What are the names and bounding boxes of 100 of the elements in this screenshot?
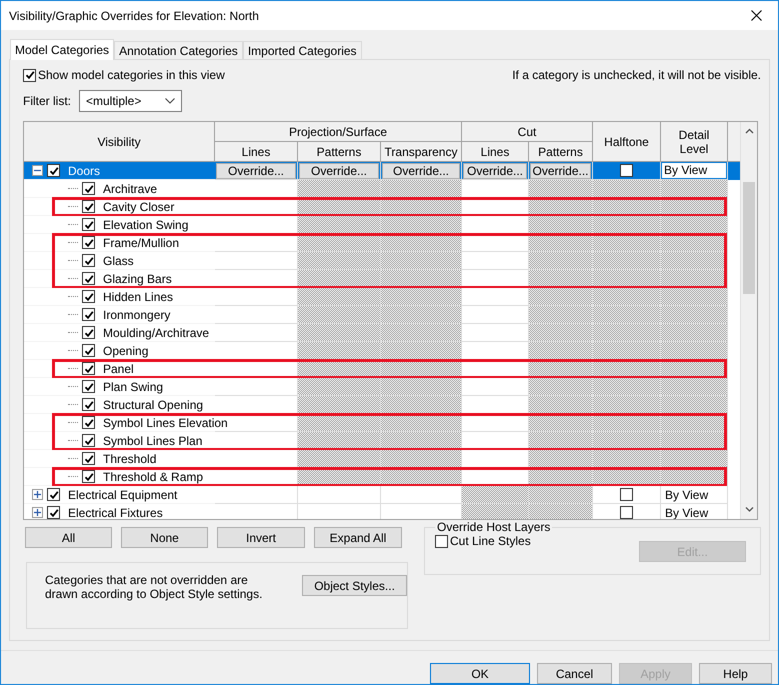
- category-name[interactable]: Hidden Lines: [103, 290, 174, 304]
- checkbox[interactable]: [82, 380, 95, 393]
- category-name[interactable]: Electrical Equipment: [68, 488, 178, 502]
- hatched-cell: [661, 306, 728, 324]
- category-name[interactable]: Opening: [103, 344, 148, 358]
- info-text: Categories that are not overridden are drawn according to Object Style settings.: [45, 573, 264, 601]
- hatched-cell: [462, 504, 529, 519]
- hatched-cell: [593, 306, 661, 324]
- filter-label: Filter list:: [23, 94, 71, 108]
- checkbox[interactable]: [82, 398, 95, 411]
- checkbox-label: Show model categories in this view: [38, 68, 225, 82]
- checkbox[interactable]: [82, 290, 95, 303]
- table-action-button[interactable]: None: [121, 527, 208, 548]
- table-action-button[interactable]: All: [25, 527, 112, 548]
- category-name[interactable]: Doors: [68, 164, 100, 178]
- tab[interactable]: Annotation Categories: [114, 41, 243, 59]
- halftone-checkbox[interactable]: [620, 506, 633, 519]
- hatched-cell: [593, 378, 661, 396]
- checkbox[interactable]: [82, 182, 95, 195]
- checkbox[interactable]: [82, 326, 95, 339]
- column-group-header: Projection/Surface: [215, 122, 462, 142]
- checkbox[interactable]: [82, 272, 95, 285]
- checkbox[interactable]: [82, 434, 95, 447]
- collapse-icon[interactable]: [32, 165, 43, 176]
- table-cell: [462, 306, 529, 324]
- category-name[interactable]: Architrave: [103, 182, 158, 196]
- hatched-cell: [593, 324, 661, 342]
- category-name[interactable]: Glazing Bars: [103, 272, 172, 286]
- column-header: Transparency: [381, 142, 462, 162]
- category-name[interactable]: Glass: [103, 254, 134, 268]
- column-header: Halftone: [593, 122, 661, 162]
- checkbox[interactable]: [82, 344, 95, 357]
- window-title: Visibility/Graphic Overrides for Elevation: North: [9, 8, 259, 22]
- hatched-cell: [661, 324, 728, 342]
- checkbox[interactable]: [23, 68, 36, 82]
- category-name[interactable]: Threshold & Ramp: [103, 470, 204, 484]
- hatched-cell: [593, 342, 661, 360]
- category-name[interactable]: Ironmongery: [103, 308, 170, 322]
- halftone-checkbox[interactable]: [620, 488, 633, 501]
- checkbox[interactable]: [82, 308, 95, 321]
- hatched-cell: [593, 288, 661, 306]
- dialog-button[interactable]: OK: [430, 663, 530, 684]
- checkbox[interactable]: [82, 362, 95, 375]
- hatched-cell: [529, 216, 593, 234]
- category-name[interactable]: Threshold: [103, 452, 156, 466]
- halftone-checkbox[interactable]: [620, 164, 633, 177]
- hatched-cell: [593, 396, 661, 414]
- hatched-cell: [529, 252, 593, 270]
- table-cell: [462, 252, 529, 270]
- checkbox[interactable]: [47, 488, 60, 501]
- hatched-cell: [661, 252, 728, 270]
- override-button[interactable]: Override...: [463, 162, 527, 178]
- checkbox[interactable]: [47, 506, 60, 519]
- checkbox[interactable]: [82, 200, 95, 213]
- category-name[interactable]: Frame/Mullion: [103, 236, 180, 250]
- table-cell: [462, 288, 529, 306]
- table-action-button[interactable]: Invert: [217, 527, 305, 548]
- override-button[interactable]: Override...: [216, 162, 296, 178]
- checkbox[interactable]: [82, 236, 95, 249]
- override-button[interactable]: Override...: [299, 162, 379, 178]
- hatched-cell: [529, 450, 593, 468]
- expand-icon[interactable]: [32, 489, 43, 500]
- filter-dropdown[interactable]: <multiple>: [79, 90, 182, 112]
- table-cell: [462, 324, 529, 342]
- object-styles-button[interactable]: Object Styles...: [302, 575, 407, 596]
- category-name[interactable]: Cavity Closer: [103, 200, 174, 214]
- hatched-cell: [529, 324, 593, 342]
- checkbox[interactable]: [82, 452, 95, 465]
- scroll-thumb[interactable]: [743, 182, 756, 294]
- category-name[interactable]: Panel: [103, 362, 134, 376]
- checkbox[interactable]: [435, 534, 448, 548]
- override-button[interactable]: Override...: [382, 162, 460, 178]
- checkbox[interactable]: [82, 254, 95, 267]
- checkbox[interactable]: [82, 416, 95, 429]
- category-name[interactable]: Electrical Fixtures: [68, 506, 163, 519]
- override-button[interactable]: Override...: [530, 162, 591, 178]
- dialog-button[interactable]: Cancel: [537, 663, 612, 684]
- hatched-cell: [529, 306, 593, 324]
- hatched-cell: [593, 252, 661, 270]
- table-action-button[interactable]: Expand All: [314, 527, 402, 548]
- expand-icon[interactable]: [32, 507, 43, 518]
- hint-text: If a category is unchecked, it will not be visible.: [512, 68, 761, 82]
- category-name[interactable]: Moulding/Architrave: [103, 326, 210, 340]
- column-header: Patterns: [529, 142, 593, 162]
- column-header: Visibility: [24, 122, 215, 162]
- category-name[interactable]: Symbol Lines Elevation: [103, 416, 228, 430]
- dialog-button[interactable]: Help: [699, 663, 772, 684]
- scrollbar[interactable]: [740, 122, 757, 519]
- checkbox[interactable]: [47, 164, 60, 177]
- tab[interactable]: Imported Categories: [242, 41, 362, 59]
- tab[interactable]: Model Categories: [10, 39, 114, 60]
- hatched-cell: [529, 378, 593, 396]
- category-name[interactable]: Structural Opening: [103, 398, 204, 412]
- category-name[interactable]: Plan Swing: [103, 380, 164, 394]
- checkbox[interactable]: [82, 218, 95, 231]
- checkbox[interactable]: [82, 470, 95, 483]
- detail-level-field[interactable]: By View: [662, 163, 726, 178]
- category-name[interactable]: Symbol Lines Plan: [103, 434, 202, 448]
- chevron-down-icon: [165, 98, 175, 104]
- category-name[interactable]: Elevation Swing: [103, 218, 188, 232]
